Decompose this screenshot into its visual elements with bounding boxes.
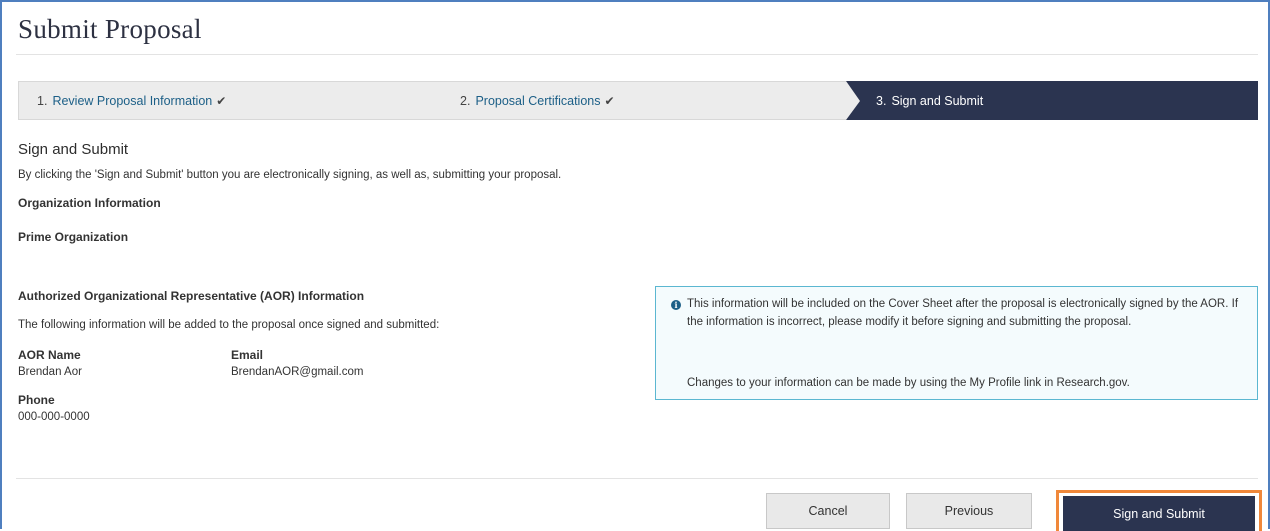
previous-button[interactable]: Previous: [906, 493, 1032, 529]
page-title: Submit Proposal: [18, 14, 202, 44]
aor-heading: Authorized Organizational Representative…: [18, 289, 365, 303]
step-sign-and-submit: 3. Sign and Submit: [846, 81, 1258, 120]
info-icon: i: [671, 300, 681, 310]
aor-phone-label: Phone: [18, 393, 55, 407]
proposal-window: Submit Proposal 1. Review Proposal Infor…: [0, 0, 1270, 531]
aor-email-value: BrendanAOR@gmail.com: [231, 366, 364, 378]
chevron-divider-current: [846, 81, 860, 120]
step-proposal-certifications-link[interactable]: Proposal Certifications: [475, 94, 600, 108]
aor-name-value: Brendan Aor: [18, 366, 82, 378]
step-number: 3.: [876, 93, 887, 108]
footer-divider: [16, 478, 1258, 479]
info-alert-profile-text: Changes to your information can be made …: [687, 377, 1130, 389]
aor-email-label: Email: [231, 348, 264, 362]
section-description: By clicking the 'Sign and Submit' button…: [18, 169, 562, 181]
info-alert-text: This information will be included on the…: [687, 298, 1239, 328]
title-divider: [16, 54, 1258, 55]
step-sign-and-submit-label: Sign and Submit: [891, 93, 984, 108]
organization-info-heading: Organization Information: [18, 196, 161, 210]
step-proposal-certifications[interactable]: 2. Proposal Certifications ✔: [443, 81, 858, 120]
step-review-proposal[interactable]: 1. Review Proposal Information ✔: [18, 81, 443, 120]
aor-description: The following information will be added …: [18, 319, 440, 331]
cancel-button[interactable]: Cancel: [766, 493, 890, 529]
step-number: 2.: [460, 93, 471, 108]
info-alert: i This information will be included on t…: [655, 286, 1258, 400]
aor-name-label: AOR Name: [18, 348, 81, 362]
section-heading: Sign and Submit: [18, 141, 129, 158]
step-review-proposal-link[interactable]: Review Proposal Information: [52, 94, 212, 108]
checkmark-icon: ✔: [604, 93, 615, 108]
step-number: 1.: [37, 93, 48, 108]
progress-stepper: 1. Review Proposal Information ✔ 2. Prop…: [18, 81, 1258, 120]
checkmark-icon: ✔: [216, 93, 227, 108]
prime-organization-heading: Prime Organization: [18, 230, 129, 244]
sign-and-submit-button[interactable]: Sign and Submit: [1063, 496, 1255, 531]
aor-phone-value: 000-000-0000: [18, 411, 90, 423]
